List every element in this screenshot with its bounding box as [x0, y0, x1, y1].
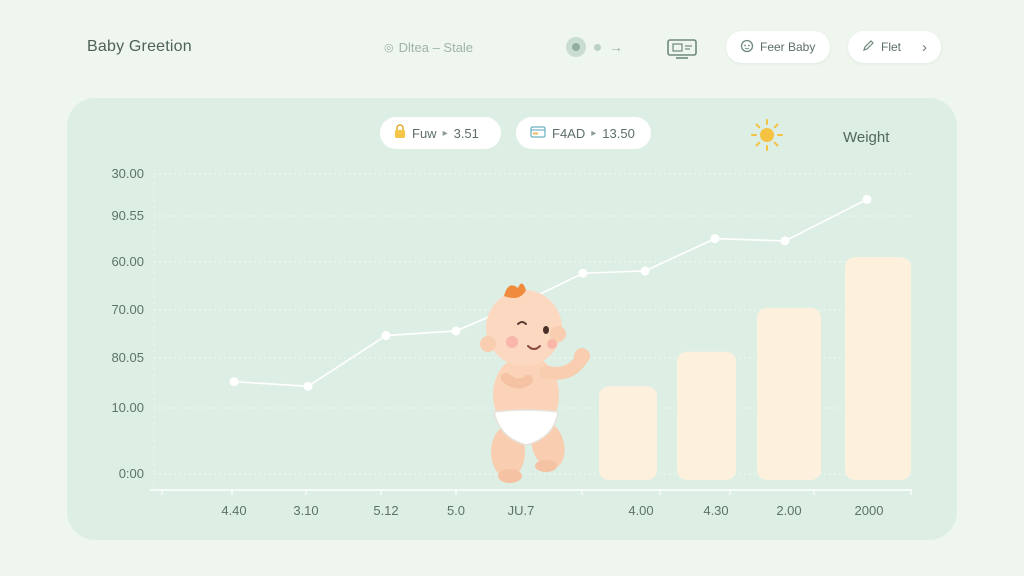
weight-bar — [845, 257, 911, 480]
x-tick-label: 2.00 — [776, 503, 801, 518]
x-tick-label: 5.12 — [373, 503, 398, 518]
x-tick-label: 4.30 — [703, 503, 728, 518]
y-tick-label: 80.05 — [111, 350, 144, 365]
x-tick-label: 4.40 — [221, 503, 246, 518]
y-tick-label: 90.55 — [111, 208, 144, 223]
y-tick-label: 10.00 — [111, 400, 144, 415]
y-tick-label: 70.00 — [111, 302, 144, 317]
x-tick-label: 5.0 — [447, 503, 465, 518]
weight-point — [780, 236, 790, 246]
weight-point — [381, 331, 391, 341]
x-tick-label: 4.00 — [628, 503, 653, 518]
weight-point — [710, 234, 720, 244]
y-tick-label: 0:00 — [119, 466, 144, 481]
weight-bar — [757, 307, 821, 480]
weight-point — [578, 268, 588, 278]
weight-bar — [599, 386, 657, 480]
baby-illustration — [478, 280, 593, 490]
x-tick-label: JU.7 — [508, 503, 535, 518]
x-tick-label: 3.10 — [293, 503, 318, 518]
weight-point — [229, 377, 239, 387]
weight-point — [640, 266, 650, 276]
y-tick-label: 30.00 — [111, 166, 144, 181]
weight-point — [862, 194, 872, 204]
weight-bar — [677, 351, 736, 480]
weight-point — [451, 326, 461, 336]
y-tick-label: 60.00 — [111, 254, 144, 269]
weight-point — [303, 381, 313, 391]
x-tick-label: 2000 — [855, 503, 884, 518]
